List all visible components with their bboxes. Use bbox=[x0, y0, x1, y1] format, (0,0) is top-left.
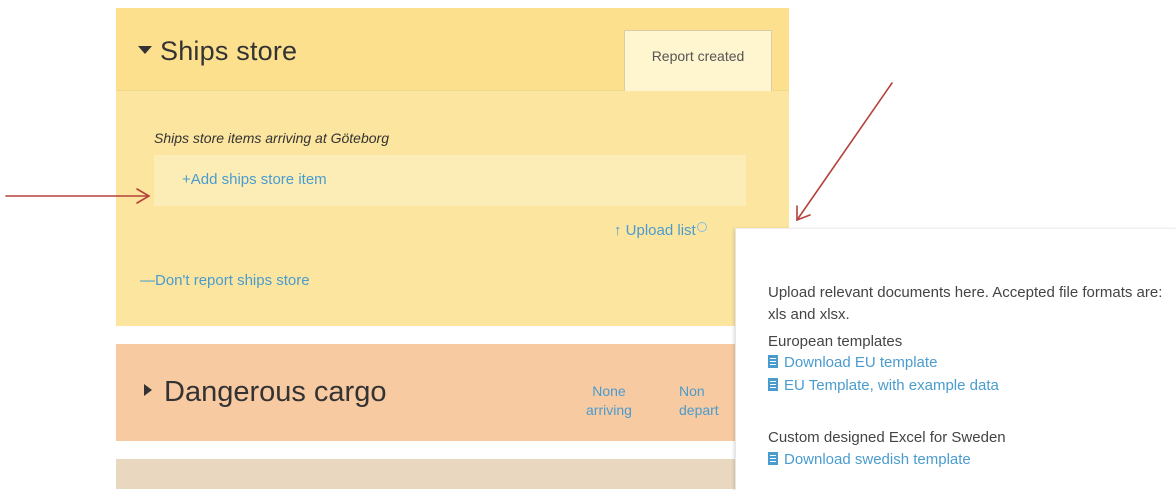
annotation-arrows bbox=[5, 82, 893, 222]
annotation-arrow-diagonal-line bbox=[796, 82, 893, 221]
